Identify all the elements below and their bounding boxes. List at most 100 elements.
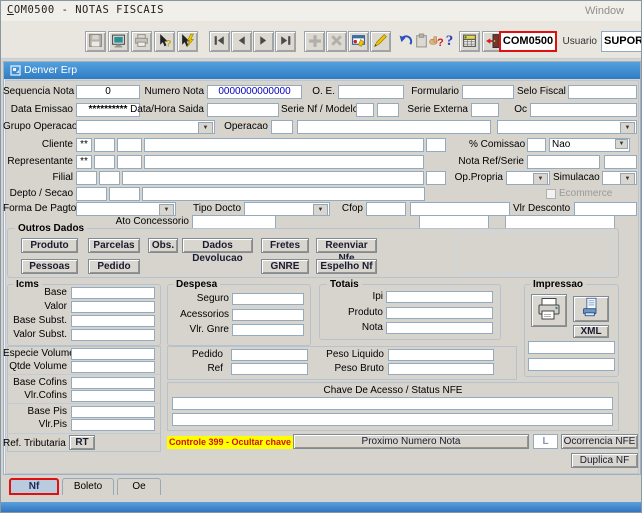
representante-code1-input[interactable] xyxy=(94,155,115,169)
peso-bruto-input[interactable] xyxy=(388,363,494,375)
table-tools-button[interactable] xyxy=(459,31,480,52)
nota-ref-input[interactable] xyxy=(527,155,600,169)
acessorios-input[interactable] xyxy=(232,309,304,321)
ecommerce-checkbox[interactable] xyxy=(546,189,556,199)
l-indicator-field[interactable]: L xyxy=(533,434,558,449)
vlr-gnre-input[interactable] xyxy=(232,324,304,336)
status-nfe-input[interactable] xyxy=(172,413,613,426)
gnre-button[interactable]: GNRE xyxy=(261,259,309,274)
window-menu[interactable]: Window xyxy=(585,5,624,17)
parcelas-button[interactable]: Parcelas xyxy=(88,238,140,253)
cfop-desc-input[interactable] xyxy=(410,202,510,216)
nav-prev-button[interactable] xyxy=(231,31,252,52)
chevron-down-icon[interactable]: ▼ xyxy=(615,139,628,149)
print-button[interactable] xyxy=(131,31,152,52)
chevron-down-icon[interactable]: ▼ xyxy=(533,173,548,185)
serie-externa-input[interactable] xyxy=(471,103,499,117)
espelho-nf-button[interactable]: Espelho Nf xyxy=(316,259,377,274)
representante-mask-input[interactable]: ** xyxy=(76,155,92,169)
pessoas-button[interactable]: Pessoas xyxy=(21,259,78,274)
delete-record-button[interactable] xyxy=(326,31,347,52)
reenviar-nfe-button[interactable]: Reenviar Nfe xyxy=(316,238,377,253)
edit-form-button[interactable] xyxy=(348,31,369,52)
cliente-code1-input[interactable] xyxy=(94,138,115,152)
icms-base-subst-input[interactable] xyxy=(71,315,155,327)
cfop-code-input[interactable] xyxy=(366,202,406,216)
simulacao-select[interactable]: ▼ xyxy=(602,171,637,185)
op-propria-select[interactable]: ▼ xyxy=(506,171,550,185)
chave-acesso-input[interactable] xyxy=(172,397,613,410)
filial-extra-input[interactable] xyxy=(426,171,446,185)
tab-boleto[interactable]: Boleto xyxy=(62,478,114,495)
cliente-extra-input[interactable] xyxy=(426,138,446,152)
modelo-input[interactable] xyxy=(377,103,399,117)
representante-code2-input[interactable] xyxy=(117,155,142,169)
save-button[interactable] xyxy=(85,31,106,52)
produto-button[interactable]: Produto xyxy=(21,238,78,253)
grupo-operacao-select[interactable]: ▼ xyxy=(76,120,215,134)
peso-liquido-input[interactable] xyxy=(388,349,494,361)
base-cofins-input[interactable] xyxy=(71,377,155,389)
oc-input[interactable] xyxy=(530,103,637,117)
especie-volume-input[interactable] xyxy=(71,348,155,360)
ato-concessorio-input[interactable] xyxy=(192,215,276,229)
icms-base-input[interactable] xyxy=(71,287,155,299)
filial-nome-input[interactable] xyxy=(122,171,424,185)
cliente-code2-input[interactable] xyxy=(117,138,142,152)
ref-input[interactable] xyxy=(231,363,308,375)
impressao-field2-input[interactable] xyxy=(528,358,615,371)
seguro-input[interactable] xyxy=(232,293,304,305)
nota-ref-serie-input[interactable] xyxy=(604,155,637,169)
sequencia-nota-input[interactable]: 0 xyxy=(76,85,140,99)
proximo-numero-nota-button[interactable]: Proximo Numero Nota xyxy=(293,434,529,449)
chevron-down-icon[interactable]: ▼ xyxy=(313,204,328,216)
comissao-pct-input[interactable] xyxy=(527,138,546,152)
tipo-docto-select[interactable]: ▼ xyxy=(244,202,330,216)
forma-pagto-select[interactable]: ▼ xyxy=(76,202,176,216)
monitor-button[interactable] xyxy=(108,31,129,52)
oe-input[interactable] xyxy=(338,85,404,99)
nav-first-button[interactable] xyxy=(209,31,230,52)
duplica-nf-button[interactable]: Duplica NF xyxy=(571,453,638,468)
extra-value2-input[interactable] xyxy=(505,215,615,229)
depto-secao-desc-input[interactable] xyxy=(142,187,425,201)
help-button[interactable]: ? xyxy=(441,31,458,52)
xml-button[interactable]: XML xyxy=(573,325,609,338)
dados-devolucao-button[interactable]: Dados Devolucao xyxy=(182,238,253,253)
chevron-down-icon[interactable]: ▼ xyxy=(198,122,213,134)
add-record-button[interactable] xyxy=(304,31,325,52)
ipi-input[interactable] xyxy=(386,291,493,303)
rt-button[interactable]: RT xyxy=(69,435,95,450)
operacao-desc-input[interactable] xyxy=(297,120,491,134)
filial-code2-input[interactable] xyxy=(99,171,120,185)
extra-value1-input[interactable] xyxy=(419,215,489,229)
formulario-input[interactable] xyxy=(462,85,514,99)
nav-last-button[interactable] xyxy=(275,31,296,52)
cliente-nome-input[interactable] xyxy=(144,138,424,152)
numero-nota-input[interactable]: 0000000000000 xyxy=(207,85,302,99)
chevron-down-icon[interactable]: ▼ xyxy=(620,173,635,185)
nav-next-button[interactable] xyxy=(253,31,274,52)
vlr-cofins-input[interactable] xyxy=(71,390,155,402)
serie-nf-input[interactable] xyxy=(356,103,374,117)
operacao-code-input[interactable] xyxy=(271,120,293,134)
pedido-input[interactable] xyxy=(231,349,308,361)
representante-nome-input[interactable] xyxy=(144,155,424,169)
execute-button[interactable] xyxy=(177,31,198,52)
imprimir-danfe-button[interactable] xyxy=(573,296,609,322)
chevron-down-icon[interactable]: ▼ xyxy=(620,122,635,134)
secao-input[interactable] xyxy=(109,187,140,201)
total-produto-input[interactable] xyxy=(386,307,493,319)
total-nota-input[interactable] xyxy=(386,322,493,334)
ocorrencia-nfe-button[interactable]: Ocorrencia NFE xyxy=(561,434,638,449)
usuario-field[interactable]: SUPORTI xyxy=(601,31,642,52)
data-hora-saida-input[interactable] xyxy=(207,103,279,117)
icms-valor-subst-input[interactable] xyxy=(71,329,155,341)
search-wand-button[interactable] xyxy=(370,31,391,52)
obs-button[interactable]: Obs. xyxy=(148,238,178,253)
selo-fiscal-input[interactable] xyxy=(568,85,637,99)
base-pis-input[interactable] xyxy=(71,406,155,418)
operacao-extra-select[interactable]: ▼ xyxy=(497,120,637,134)
tab-oe[interactable]: Oe xyxy=(117,478,161,495)
impressao-field1-input[interactable] xyxy=(528,341,615,354)
